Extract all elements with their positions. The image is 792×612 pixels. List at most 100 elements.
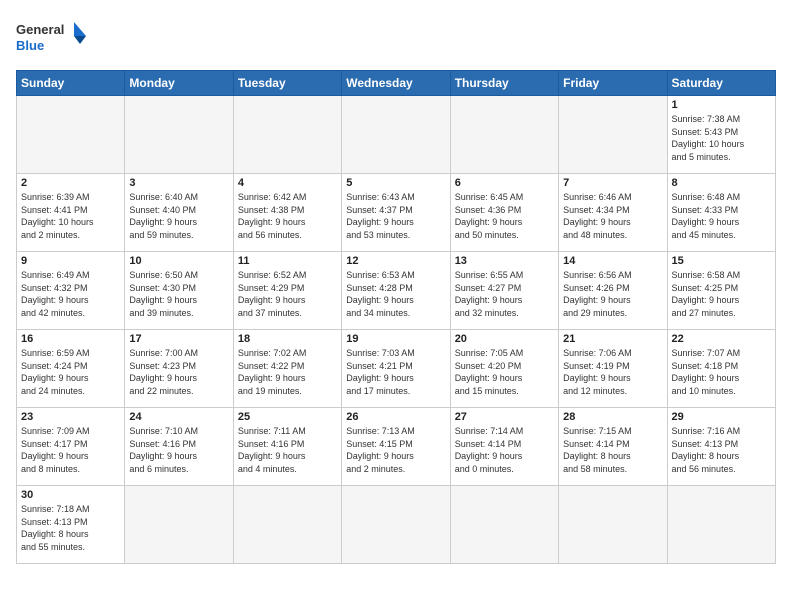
col-header-thursday: Thursday (450, 71, 558, 96)
calendar-cell: 19Sunrise: 7:03 AM Sunset: 4:21 PM Dayli… (342, 330, 450, 408)
day-info: Sunrise: 6:56 AM Sunset: 4:26 PM Dayligh… (563, 269, 662, 319)
calendar-cell: 7 Sunrise: 6:46 AM Sunset: 4:34 PM Daylig… (559, 174, 667, 252)
calendar-week-row: 23 Sunrise: 7:09 AM Sunset: 4:17 PM Dayli… (17, 408, 776, 486)
day-number: 24 (129, 411, 228, 423)
col-header-friday: Friday (559, 71, 667, 96)
day-number: 5 (346, 177, 445, 189)
calendar-cell: 6 Sunrise: 6:45 AM Sunset: 4:36 PM Daylig… (450, 174, 558, 252)
day-info: Sunrise: 6:43 AM Sunset: 4:37 PM Dayligh… (346, 191, 445, 241)
calendar-week-row: 9Sunrise: 6:49 AM Sunset: 4:32 PM Daylig… (17, 252, 776, 330)
day-info: Sunrise: 7:18 AM Sunset: 4:13 PM Dayligh… (21, 503, 120, 553)
calendar-header-row: SundayMondayTuesdayWednesdayThursdayFrid… (17, 71, 776, 96)
day-info: Sunrise: 6:59 AM Sunset: 4:24 PM Dayligh… (21, 347, 120, 397)
day-number: 11 (238, 255, 337, 267)
day-number: 9 (21, 255, 120, 267)
col-header-wednesday: Wednesday (342, 71, 450, 96)
day-info: Sunrise: 7:15 AM Sunset: 4:14 PM Dayligh… (563, 425, 662, 475)
calendar-cell (17, 96, 125, 174)
day-number: 15 (672, 255, 771, 267)
svg-text:General: General (16, 22, 64, 37)
day-info: Sunrise: 6:48 AM Sunset: 4:33 PM Dayligh… (672, 191, 771, 241)
calendar-cell: 22 Sunrise: 7:07 AM Sunset: 4:18 PM Dayli… (667, 330, 775, 408)
day-info: Sunrise: 6:45 AM Sunset: 4:36 PM Dayligh… (455, 191, 554, 241)
day-number: 12 (346, 255, 445, 267)
day-info: Sunrise: 6:42 AM Sunset: 4:38 PM Dayligh… (238, 191, 337, 241)
day-number: 3 (129, 177, 228, 189)
calendar-cell: 16Sunrise: 6:59 AM Sunset: 4:24 PM Dayli… (17, 330, 125, 408)
day-info: Sunrise: 6:46 AM Sunset: 4:34 PM Dayligh… (563, 191, 662, 241)
calendar-week-row: 2 Sunrise: 6:39 AM Sunset: 4:41 PM Daylig… (17, 174, 776, 252)
day-number: 23 (21, 411, 120, 423)
day-number: 17 (129, 333, 228, 345)
calendar-cell (559, 486, 667, 564)
day-number: 29 (672, 411, 771, 423)
calendar-cell: 2 Sunrise: 6:39 AM Sunset: 4:41 PM Daylig… (17, 174, 125, 252)
calendar-cell: 5 Sunrise: 6:43 AM Sunset: 4:37 PM Daylig… (342, 174, 450, 252)
day-number: 8 (672, 177, 771, 189)
day-number: 18 (238, 333, 337, 345)
day-number: 6 (455, 177, 554, 189)
day-info: Sunrise: 6:39 AM Sunset: 4:41 PM Dayligh… (21, 191, 120, 241)
day-number: 22 (672, 333, 771, 345)
day-info: Sunrise: 7:05 AM Sunset: 4:20 PM Dayligh… (455, 347, 554, 397)
day-info: Sunrise: 7:13 AM Sunset: 4:15 PM Dayligh… (346, 425, 445, 475)
day-number: 10 (129, 255, 228, 267)
day-info: Sunrise: 6:52 AM Sunset: 4:29 PM Dayligh… (238, 269, 337, 319)
day-info: Sunrise: 6:55 AM Sunset: 4:27 PM Dayligh… (455, 269, 554, 319)
day-info: Sunrise: 6:40 AM Sunset: 4:40 PM Dayligh… (129, 191, 228, 241)
calendar-cell: 9Sunrise: 6:49 AM Sunset: 4:32 PM Daylig… (17, 252, 125, 330)
calendar-cell: 29Sunrise: 7:16 AM Sunset: 4:13 PM Dayli… (667, 408, 775, 486)
day-info: Sunrise: 7:00 AM Sunset: 4:23 PM Dayligh… (129, 347, 228, 397)
col-header-monday: Monday (125, 71, 233, 96)
calendar-cell: 23 Sunrise: 7:09 AM Sunset: 4:17 PM Dayli… (17, 408, 125, 486)
calendar-cell (450, 96, 558, 174)
calendar-cell (342, 96, 450, 174)
day-info: Sunrise: 7:02 AM Sunset: 4:22 PM Dayligh… (238, 347, 337, 397)
calendar-cell: 15 Sunrise: 6:58 AM Sunset: 4:25 PM Dayli… (667, 252, 775, 330)
day-number: 30 (21, 489, 120, 501)
calendar-cell: 24 Sunrise: 7:10 AM Sunset: 4:16 PM Dayli… (125, 408, 233, 486)
logo: General Blue (16, 16, 86, 60)
calendar-cell: 26Sunrise: 7:13 AM Sunset: 4:15 PM Dayli… (342, 408, 450, 486)
calendar-cell: 14 Sunrise: 6:56 AM Sunset: 4:26 PM Dayli… (559, 252, 667, 330)
day-info: Sunrise: 7:09 AM Sunset: 4:17 PM Dayligh… (21, 425, 120, 475)
calendar-cell: 11 Sunrise: 6:52 AM Sunset: 4:29 PM Dayli… (233, 252, 341, 330)
calendar-cell: 1 Sunrise: 7:38 AM Sunset: 5:43 PM Daylig… (667, 96, 775, 174)
calendar-cell: 28Sunrise: 7:15 AM Sunset: 4:14 PM Dayli… (559, 408, 667, 486)
day-number: 14 (563, 255, 662, 267)
day-info: Sunrise: 7:06 AM Sunset: 4:19 PM Dayligh… (563, 347, 662, 397)
calendar-cell (342, 486, 450, 564)
calendar-cell: 25 Sunrise: 7:11 AM Sunset: 4:16 PM Dayli… (233, 408, 341, 486)
calendar-cell (125, 486, 233, 564)
calendar-cell: 21Sunrise: 7:06 AM Sunset: 4:19 PM Dayli… (559, 330, 667, 408)
day-info: Sunrise: 6:53 AM Sunset: 4:28 PM Dayligh… (346, 269, 445, 319)
svg-text:Blue: Blue (16, 38, 44, 53)
calendar-cell: 12 Sunrise: 6:53 AM Sunset: 4:28 PM Dayli… (342, 252, 450, 330)
calendar-cell (559, 96, 667, 174)
calendar-week-row: 16Sunrise: 6:59 AM Sunset: 4:24 PM Dayli… (17, 330, 776, 408)
day-number: 1 (672, 99, 771, 111)
col-header-sunday: Sunday (17, 71, 125, 96)
day-info: Sunrise: 6:58 AM Sunset: 4:25 PM Dayligh… (672, 269, 771, 319)
logo-svg: General Blue (16, 16, 86, 60)
day-number: 27 (455, 411, 554, 423)
day-number: 2 (21, 177, 120, 189)
calendar-cell: 13 Sunrise: 6:55 AM Sunset: 4:27 PM Dayli… (450, 252, 558, 330)
day-info: Sunrise: 7:14 AM Sunset: 4:14 PM Dayligh… (455, 425, 554, 475)
calendar-cell: 27 Sunrise: 7:14 AM Sunset: 4:14 PM Dayli… (450, 408, 558, 486)
calendar-table: SundayMondayTuesdayWednesdayThursdayFrid… (16, 70, 776, 564)
col-header-tuesday: Tuesday (233, 71, 341, 96)
calendar-cell (450, 486, 558, 564)
calendar-cell: 4Sunrise: 6:42 AM Sunset: 4:38 PM Daylig… (233, 174, 341, 252)
day-info: Sunrise: 7:11 AM Sunset: 4:16 PM Dayligh… (238, 425, 337, 475)
day-number: 7 (563, 177, 662, 189)
day-info: Sunrise: 7:38 AM Sunset: 5:43 PM Dayligh… (672, 113, 771, 163)
day-info: Sunrise: 6:50 AM Sunset: 4:30 PM Dayligh… (129, 269, 228, 319)
calendar-cell: 30 Sunrise: 7:18 AM Sunset: 4:13 PM Dayli… (17, 486, 125, 564)
col-header-saturday: Saturday (667, 71, 775, 96)
day-number: 19 (346, 333, 445, 345)
day-info: Sunrise: 7:07 AM Sunset: 4:18 PM Dayligh… (672, 347, 771, 397)
day-number: 13 (455, 255, 554, 267)
day-number: 25 (238, 411, 337, 423)
day-info: Sunrise: 7:10 AM Sunset: 4:16 PM Dayligh… (129, 425, 228, 475)
